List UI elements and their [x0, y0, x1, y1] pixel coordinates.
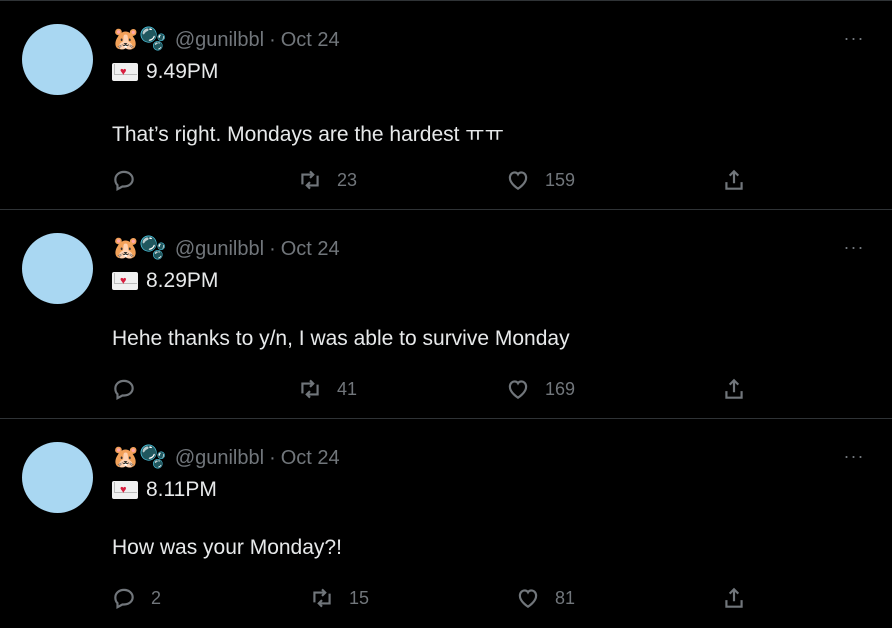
- heart-icon: [508, 380, 528, 399]
- reply-icon: [114, 170, 134, 192]
- display-name-emojis: 🐹 🫧: [112, 238, 167, 260]
- love-letter-icon: ♥: [112, 63, 138, 81]
- tweet-text: That’s right. Mondays are the hardest ㅠㅠ: [112, 123, 504, 146]
- time-line: ♥ 9.49PM: [112, 58, 218, 86]
- tweet-text: Hehe thanks to y/n, I was able to surviv…: [112, 327, 570, 350]
- more-options-button[interactable]: ···: [842, 237, 866, 257]
- reply-button[interactable]: [111, 371, 151, 407]
- hamster-emoji: 🐹: [112, 236, 140, 261]
- tweet-text: How was your Monday?!: [112, 536, 342, 559]
- retweet-button[interactable]: 23: [297, 162, 357, 198]
- display-name-emojis: 🐹 🫧: [112, 29, 167, 51]
- like-button[interactable]: 81: [515, 580, 575, 616]
- heart-icon: [508, 171, 528, 190]
- love-letter-icon: ♥: [112, 481, 138, 499]
- avatar[interactable]: [22, 442, 93, 513]
- tweet-actions: 41 169: [0, 371, 892, 407]
- retweet-count: 15: [349, 587, 370, 608]
- tweet-time: 8.29PM: [146, 269, 219, 292]
- dot-separator: ·: [269, 446, 276, 469]
- share-button[interactable]: [721, 580, 747, 616]
- like-button[interactable]: 159: [505, 162, 575, 198]
- display-name-emojis: 🐹 🫧: [112, 447, 167, 469]
- more-options-button[interactable]: ···: [842, 446, 866, 466]
- heart-icon: [518, 589, 538, 608]
- love-letter-icon: ♥: [112, 272, 138, 290]
- retweet-button[interactable]: 41: [297, 371, 357, 407]
- time-line: ♥ 8.29PM: [112, 267, 218, 295]
- like-button[interactable]: 169: [505, 371, 575, 407]
- tweet-date[interactable]: Oct 24: [281, 447, 340, 470]
- share-button[interactable]: [721, 371, 747, 407]
- reply-icon: [114, 588, 134, 610]
- tweet-time: 8.11PM: [146, 478, 217, 501]
- share-icon: [725, 169, 743, 190]
- divider: [0, 0, 892, 1]
- bubbles-emoji: 🫧: [139, 27, 167, 52]
- hamster-emoji: 🐹: [112, 27, 140, 52]
- like-count: 169: [545, 378, 576, 399]
- tweet-time: 9.49PM: [146, 60, 219, 83]
- user-handle[interactable]: @gunilbbl: [175, 447, 264, 470]
- retweet-count: 23: [337, 169, 358, 190]
- tweet-actions: 2 15 81: [0, 580, 892, 616]
- more-options-button[interactable]: ···: [842, 28, 866, 48]
- retweet-button[interactable]: 15: [309, 580, 369, 616]
- tweet[interactable]: 🐹 🫧 @gunilbbl · Oct 24 ··· ♥ 8.11PM How …: [0, 420, 892, 628]
- reply-icon: [114, 379, 134, 401]
- retweet-count: 41: [337, 378, 358, 399]
- user-handle[interactable]: @gunilbbl: [175, 238, 264, 261]
- tweet-header: 🐹 🫧 @gunilbbl · Oct 24: [112, 26, 340, 54]
- bubbles-emoji: 🫧: [139, 445, 167, 470]
- tweet-date[interactable]: Oct 24: [281, 238, 340, 261]
- tweet[interactable]: 🐹 🫧 @gunilbbl · Oct 24 ··· ♥ 9.49PM That…: [0, 2, 892, 210]
- share-button[interactable]: [721, 162, 747, 198]
- like-count: 81: [555, 587, 576, 608]
- tweet-header: 🐹 🫧 @gunilbbl · Oct 24: [112, 235, 340, 263]
- bubbles-emoji: 🫧: [139, 236, 167, 261]
- user-handle[interactable]: @gunilbbl: [175, 29, 264, 52]
- tweet-header: 🐹 🫧 @gunilbbl · Oct 24: [112, 444, 340, 472]
- reply-count: 2: [151, 587, 162, 608]
- like-count: 159: [545, 169, 576, 190]
- dot-separator: ·: [269, 28, 276, 51]
- time-line: ♥ 8.11PM: [112, 476, 217, 504]
- hamster-emoji: 🐹: [112, 445, 140, 470]
- tweet-actions: 23 159: [0, 162, 892, 198]
- tweet-date[interactable]: Oct 24: [281, 29, 340, 52]
- avatar[interactable]: [22, 233, 93, 304]
- reply-button[interactable]: 2: [111, 580, 161, 616]
- timeline: 🐹 🫧 @gunilbbl · Oct 24 ··· ♥ 9.49PM That…: [0, 0, 892, 626]
- reply-button[interactable]: [111, 162, 151, 198]
- retweet-icon: [301, 379, 319, 399]
- share-icon: [725, 587, 743, 608]
- retweet-icon: [301, 170, 319, 190]
- retweet-icon: [313, 588, 331, 608]
- avatar[interactable]: [22, 24, 93, 95]
- share-icon: [725, 378, 743, 399]
- tweet[interactable]: 🐹 🫧 @gunilbbl · Oct 24 ··· ♥ 8.29PM Hehe…: [0, 211, 892, 419]
- dot-separator: ·: [269, 237, 276, 260]
